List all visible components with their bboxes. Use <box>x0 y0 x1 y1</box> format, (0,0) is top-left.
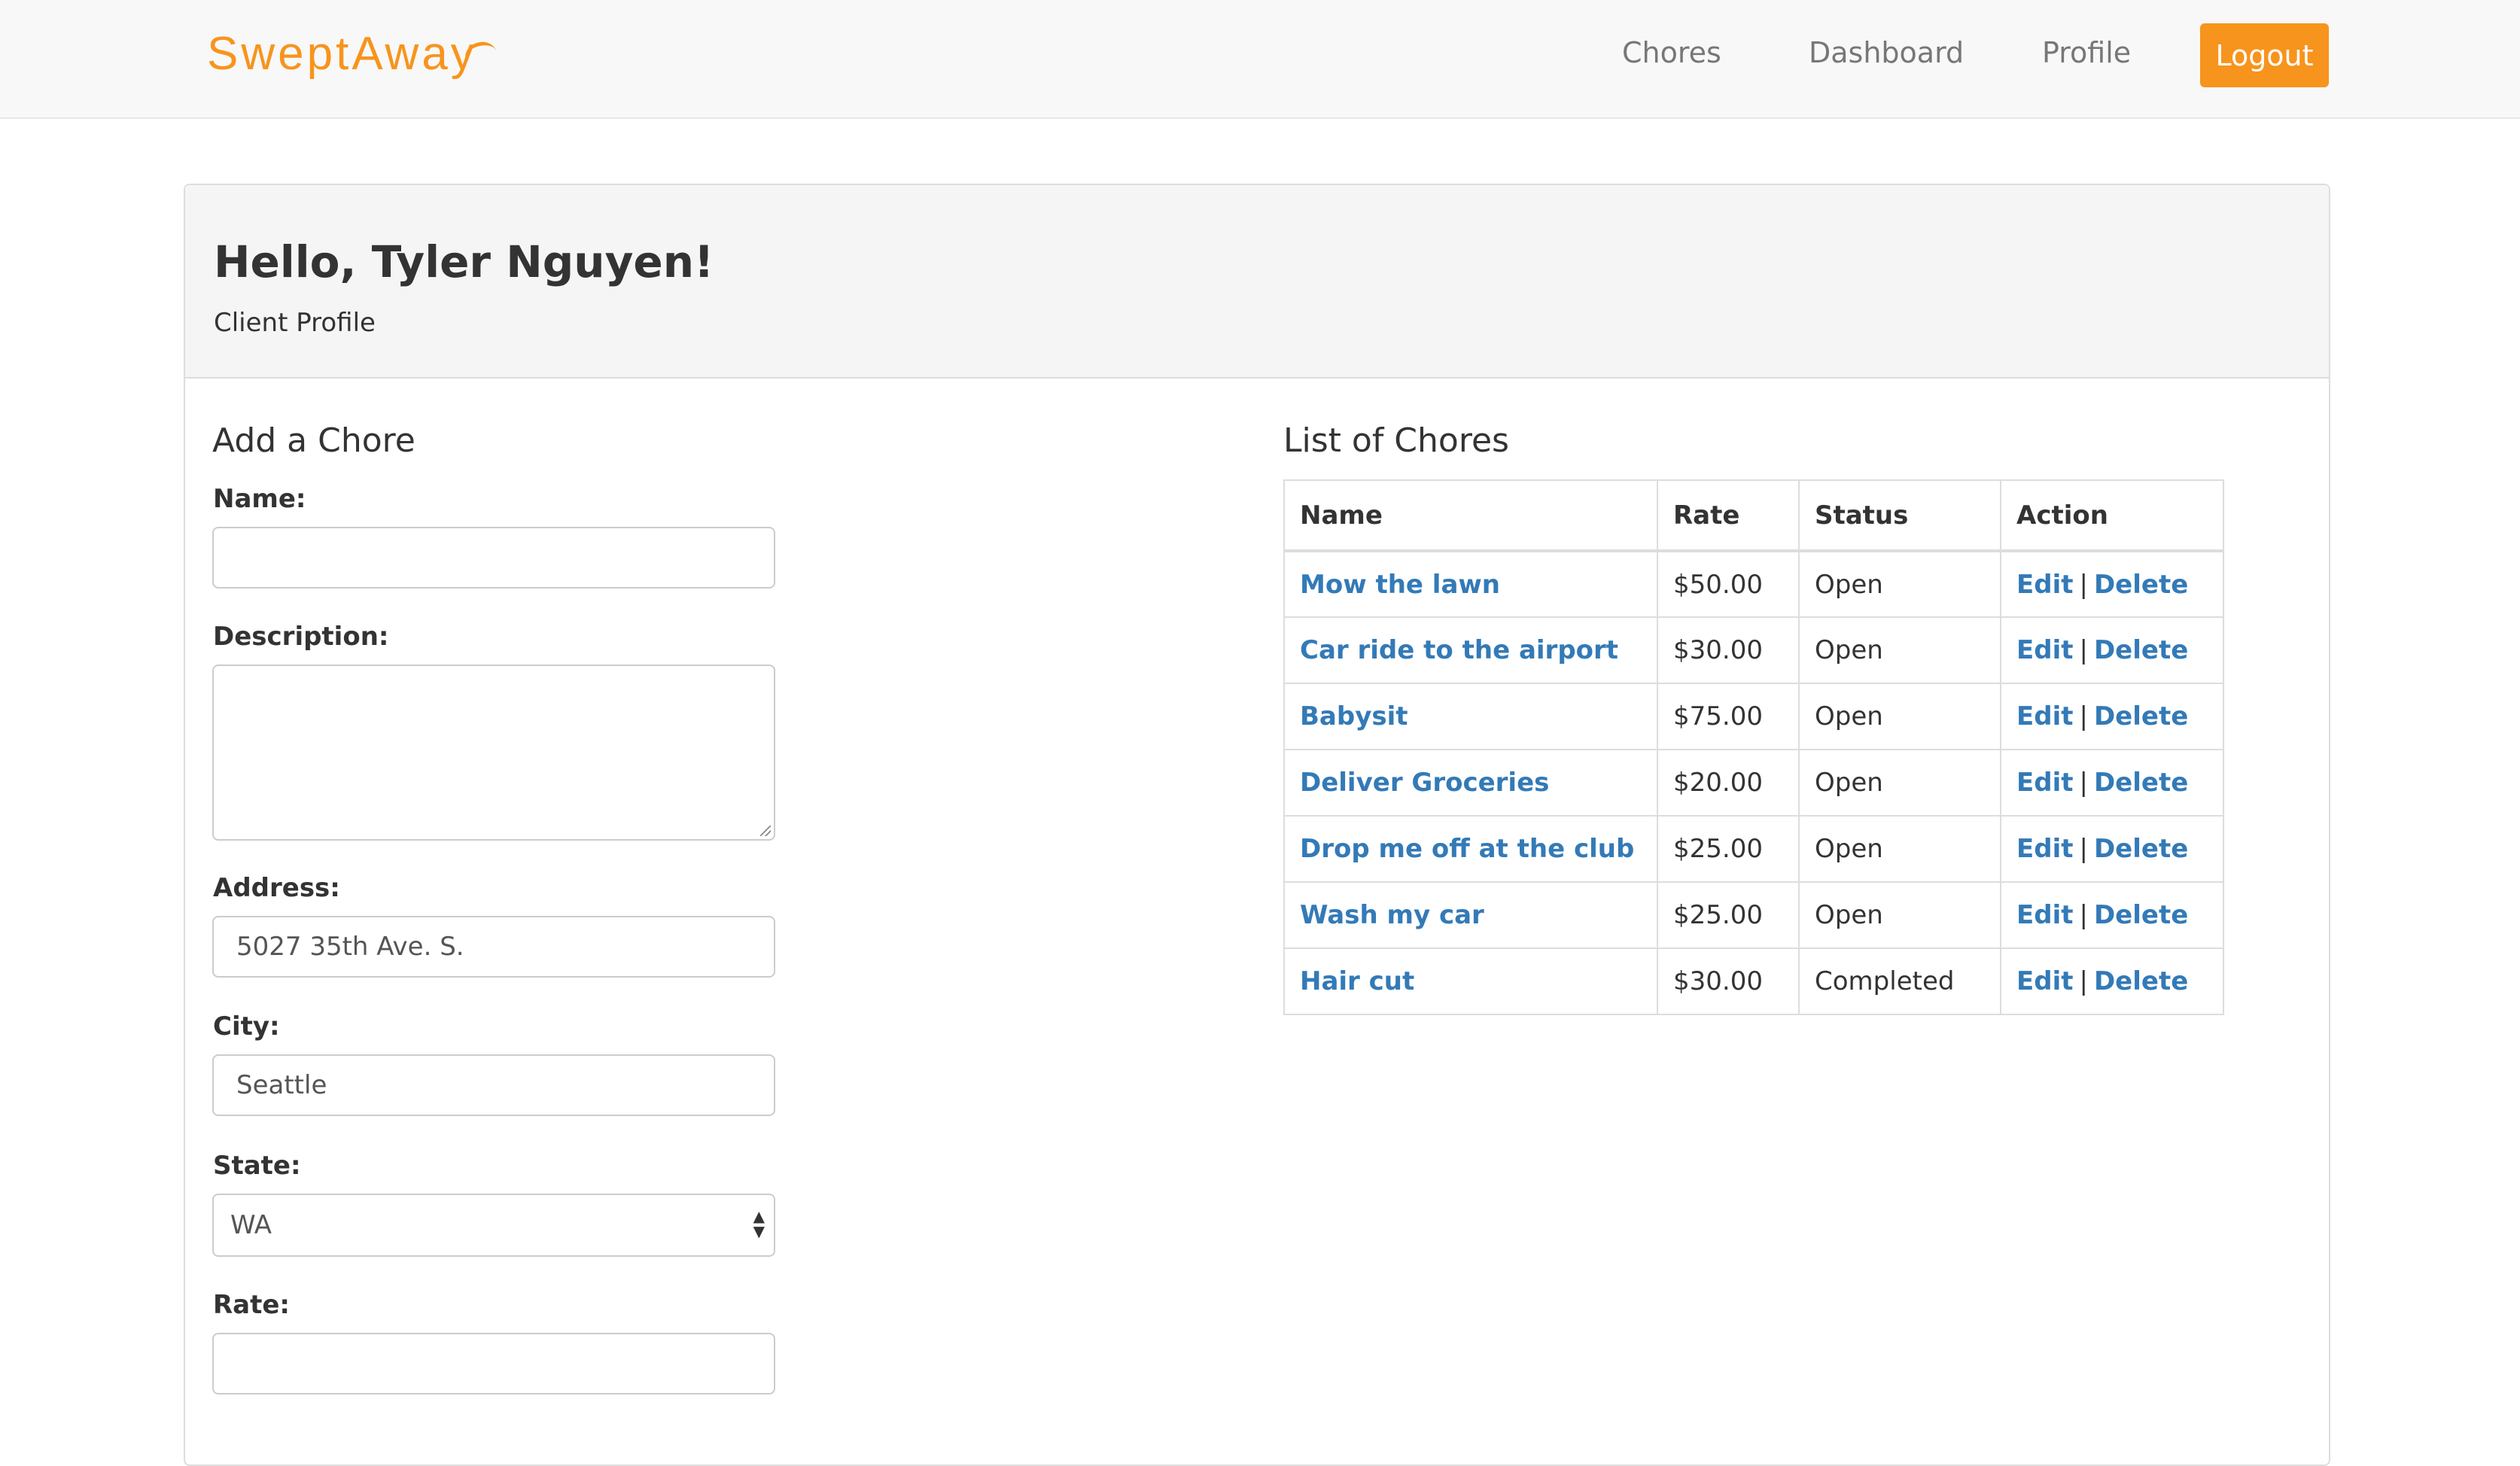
delete-link[interactable]: Delete <box>2094 635 2188 665</box>
chore-status: Open <box>1798 550 2001 618</box>
delete-link[interactable]: Delete <box>2094 768 2188 798</box>
edit-link[interactable]: Edit <box>2016 701 2073 731</box>
address-label: Address: <box>213 873 340 903</box>
delete-link[interactable]: Delete <box>2094 701 2188 731</box>
action-separator: | <box>2079 900 2088 930</box>
chore-rate: $75.00 <box>1657 683 1800 750</box>
chore-status: Open <box>1798 815 2001 883</box>
column-header-rate: Rate <box>1657 479 1800 552</box>
chore-status: Open <box>1798 683 2001 750</box>
rate-label: Rate: <box>213 1290 291 1320</box>
chore-actions: Edit | Delete <box>2000 749 2224 817</box>
table-row: Wash my car $25.00 Open Edit | Delete <box>1283 881 2224 949</box>
chore-actions: Edit | Delete <box>2000 683 2224 750</box>
edit-link[interactable]: Edit <box>2016 966 2073 996</box>
city-label: City: <box>213 1011 280 1042</box>
action-separator: | <box>2079 635 2088 665</box>
nav-link-dashboard[interactable]: Dashboard <box>1809 36 1964 69</box>
edit-link[interactable]: Edit <box>2016 635 2073 665</box>
state-select[interactable]: WA ▲ ▼ <box>212 1194 775 1257</box>
name-input[interactable] <box>212 527 775 589</box>
chore-rate: $30.00 <box>1657 616 1800 684</box>
chore-name-link[interactable]: Mow the lawn <box>1300 570 1500 600</box>
chores-list-title: List of Chores <box>1283 421 1509 460</box>
chore-name-link[interactable]: Car ride to the airport <box>1300 635 1618 665</box>
delete-link[interactable]: Delete <box>2094 570 2188 600</box>
action-separator: | <box>2079 768 2088 798</box>
chore-status: Open <box>1798 616 2001 684</box>
table-row: Car ride to the airport $30.00 Open Edit… <box>1283 616 2224 684</box>
chore-status: Open <box>1798 749 2001 817</box>
table-row: Mow the lawn $50.00 Open Edit | Delete <box>1283 550 2224 618</box>
table-row: Drop me off at the club $25.00 Open Edit… <box>1283 815 2224 883</box>
delete-link[interactable]: Delete <box>2094 966 2188 996</box>
chore-name-link[interactable]: Wash my car <box>1300 900 1484 930</box>
chores-table: Name Rate Status Action Mow the lawn $50… <box>1283 479 2224 1015</box>
name-label: Name: <box>213 484 306 514</box>
delete-link[interactable]: Delete <box>2094 834 2188 864</box>
chore-rate: $20.00 <box>1657 749 1800 817</box>
city-input[interactable] <box>212 1054 775 1116</box>
nav-link-chores[interactable]: Chores <box>1622 36 1721 69</box>
state-label: State: <box>213 1151 301 1181</box>
address-input[interactable] <box>212 916 775 978</box>
action-separator: | <box>2079 701 2088 731</box>
table-row: Hair cut $30.00 Completed Edit | Delete <box>1283 947 2224 1015</box>
navbar: SweptAway Chores Dashboard Profile Logou… <box>0 0 2520 119</box>
chore-name-link[interactable]: Deliver Groceries <box>1300 768 1549 798</box>
greeting-title: Hello, Tyler Nguyen! <box>214 236 714 287</box>
rate-input[interactable] <box>212 1333 775 1395</box>
chore-actions: Edit | Delete <box>2000 550 2224 618</box>
chore-rate: $30.00 <box>1657 947 1800 1015</box>
table-row: Babysit $75.00 Open Edit | Delete <box>1283 683 2224 750</box>
delete-link[interactable]: Delete <box>2094 900 2188 930</box>
nav-link-profile[interactable]: Profile <box>2042 36 2131 69</box>
resize-grip-icon[interactable] <box>760 826 771 836</box>
edit-link[interactable]: Edit <box>2016 570 2073 600</box>
column-header-name: Name <box>1283 479 1658 552</box>
column-header-action: Action <box>2000 479 2224 552</box>
brand-logo[interactable]: SweptAway <box>207 27 477 81</box>
action-separator: | <box>2079 966 2088 996</box>
chore-actions: Edit | Delete <box>2000 881 2224 949</box>
add-chore-title: Add a Chore <box>212 421 415 460</box>
chore-name-link[interactable]: Babysit <box>1300 701 1408 731</box>
chore-name-link[interactable]: Drop me off at the club <box>1300 834 1634 864</box>
description-textarea[interactable] <box>212 665 775 841</box>
column-header-status: Status <box>1798 479 2001 552</box>
chore-status: Open <box>1798 881 2001 949</box>
chore-rate: $25.00 <box>1657 881 1800 949</box>
edit-link[interactable]: Edit <box>2016 834 2073 864</box>
select-arrows-icon: ▲ ▼ <box>753 1207 765 1240</box>
edit-link[interactable]: Edit <box>2016 900 2073 930</box>
action-separator: | <box>2079 569 2088 600</box>
chore-status: Completed <box>1798 947 2001 1015</box>
profile-subtitle: Client Profile <box>214 308 376 338</box>
chore-actions: Edit | Delete <box>2000 947 2224 1015</box>
description-label: Description: <box>213 622 389 652</box>
logout-button[interactable]: Logout <box>2200 23 2329 87</box>
chore-actions: Edit | Delete <box>2000 616 2224 684</box>
edit-link[interactable]: Edit <box>2016 768 2073 798</box>
panel-heading: Hello, Tyler Nguyen! Client Profile <box>185 185 2329 379</box>
action-separator: | <box>2079 834 2088 864</box>
chore-actions: Edit | Delete <box>2000 815 2224 883</box>
state-select-value: WA <box>230 1210 272 1240</box>
chore-rate: $25.00 <box>1657 815 1800 883</box>
table-row: Deliver Groceries $20.00 Open Edit | Delet… <box>1283 749 2224 817</box>
chore-rate: $50.00 <box>1657 550 1800 618</box>
table-header-row: Name Rate Status Action <box>1283 479 2224 552</box>
chore-name-link[interactable]: Hair cut <box>1300 966 1414 996</box>
